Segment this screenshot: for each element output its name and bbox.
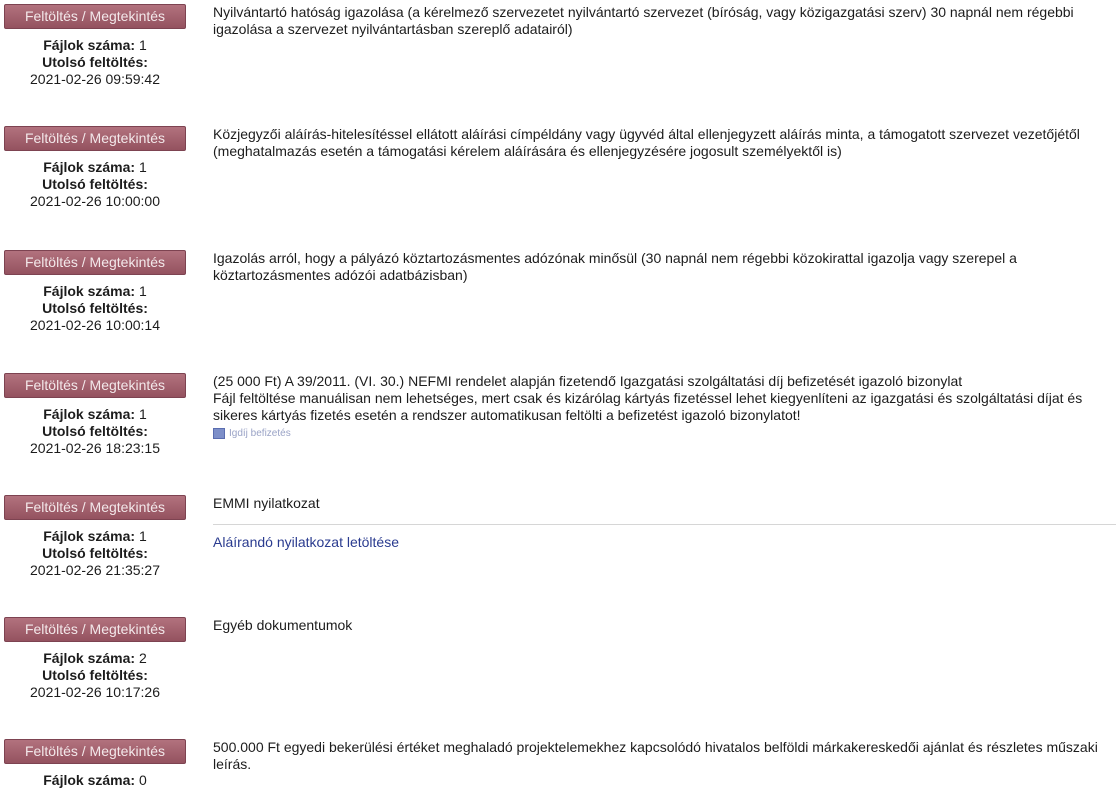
last-upload-value: 2021-02-26 10:17:26 [30,684,160,700]
last-upload-label: Utolsó feltöltés: [42,423,148,439]
file-meta: Fájlok száma: 2 Utolsó feltöltés: 2021-02-… [4,650,186,701]
upload-panel: Feltöltés / Megtekintés Fájlok száma: 2 Ut… [4,617,186,701]
file-meta: Fájlok száma: 1 Utolsó feltöltés: 2021-02-… [4,528,186,579]
file-meta: Fájlok száma: 1 Utolsó feltöltés: 2021-02-… [4,406,186,457]
payment-image-link[interactable]: Igdíj befizetés [213,425,1108,442]
upload-panel: Feltöltés / Megtekintés Fájlok száma: 1 Ut… [4,126,186,210]
files-count-value: 1 [138,406,147,422]
last-upload-label: Utolsó feltöltés: [42,300,148,316]
upload-view-button[interactable]: Feltöltés / Megtekintés [4,617,186,642]
image-icon [213,428,225,439]
description-text: Fájl feltöltése manuálisan nem lehetsége… [213,390,1083,423]
upload-view-button[interactable]: Feltöltés / Megtekintés [4,373,186,398]
files-count-label: Fájlok száma: [43,528,136,544]
files-count-label: Fájlok száma: [43,772,136,788]
upload-panel: Feltöltés / Megtekintés Fájlok száma: 1 Ut… [4,250,186,334]
last-upload-value: 2021-02-26 09:59:42 [30,71,160,87]
description-text: Nyilvántartó hatóság igazolása (a kérelm… [213,4,1074,37]
last-upload-value: 2021-02-26 18:23:15 [30,440,160,456]
description-text: 500.000 Ft egyedi bekerülési értéket meg… [213,739,1098,772]
files-count-value: 1 [138,283,147,299]
download-statement-link[interactable]: Aláírandó nyilatkozat letöltése [213,534,1108,551]
document-description: (25 000 Ft) A 39/2011. (VI. 30.) NEFMI r… [213,373,1108,442]
file-meta: Fájlok száma: 1 Utolsó feltöltés: 2021-02-… [4,37,186,88]
divider [213,524,1116,525]
files-count-label: Fájlok száma: [43,650,136,666]
document-description: Igazolás arról, hogy a pályázó köztartoz… [213,250,1108,284]
last-upload-label: Utolsó feltöltés: [42,54,148,70]
last-upload-label: Utolsó feltöltés: [42,667,148,683]
description-text: Közjegyzői aláírás-hitelesítéssel elláto… [213,126,1080,159]
upload-panel: Feltöltés / Megtekintés Fájlok száma: 1 Ut… [4,373,186,457]
files-count-value: 1 [138,37,147,53]
upload-view-button[interactable]: Feltöltés / Megtekintés [4,250,186,275]
files-count-label: Fájlok száma: [43,159,136,175]
files-count-value: 2 [138,650,147,666]
file-meta: Fájlok száma: 0 [4,772,186,789]
document-description: EMMI nyilatkozat Aláírandó nyilatkozat le… [213,495,1116,551]
document-description: Egyéb dokumentumok [213,617,1108,634]
upload-panel: Feltöltés / Megtekintés Fájlok száma: 1 Ut… [4,4,186,88]
file-meta: Fájlok száma: 1 Utolsó feltöltés: 2021-02-… [4,159,186,210]
upload-view-button[interactable]: Feltöltés / Megtekintés [4,4,186,29]
description-text: Igazolás arról, hogy a pályázó köztartoz… [213,250,1017,283]
file-meta: Fájlok száma: 1 Utolsó feltöltés: 2021-02-… [4,283,186,334]
description-text: (25 000 Ft) A 39/2011. (VI. 30.) NEFMI r… [213,373,963,389]
files-count-value: 1 [138,159,147,175]
image-caption: Igdíj befizetés [229,428,291,439]
last-upload-value: 2021-02-26 10:00:00 [30,193,160,209]
upload-view-button[interactable]: Feltöltés / Megtekintés [4,739,186,764]
last-upload-value: 2021-02-26 21:35:27 [30,562,160,578]
files-count-value: 1 [138,528,147,544]
upload-view-button[interactable]: Feltöltés / Megtekintés [4,126,186,151]
description-text: EMMI nyilatkozat [213,495,320,511]
last-upload-label: Utolsó feltöltés: [42,545,148,561]
upload-panel: Feltöltés / Megtekintés Fájlok száma: 1 Ut… [4,495,186,579]
upload-panel: Feltöltés / Megtekintés Fájlok száma: 0 [4,739,186,789]
files-count-label: Fájlok száma: [43,37,136,53]
document-description: Közjegyzői aláírás-hitelesítéssel elláto… [213,126,1108,160]
description-text: Egyéb dokumentumok [213,617,353,633]
files-count-label: Fájlok száma: [43,406,136,422]
document-description: 500.000 Ft egyedi bekerülési értéket meg… [213,739,1108,773]
upload-view-button[interactable]: Feltöltés / Megtekintés [4,495,186,520]
document-description: Nyilvántartó hatóság igazolása (a kérelm… [213,4,1108,38]
last-upload-label: Utolsó feltöltés: [42,176,148,192]
last-upload-value: 2021-02-26 10:00:14 [30,317,160,333]
files-count-value: 0 [138,772,147,788]
files-count-label: Fájlok száma: [43,283,136,299]
